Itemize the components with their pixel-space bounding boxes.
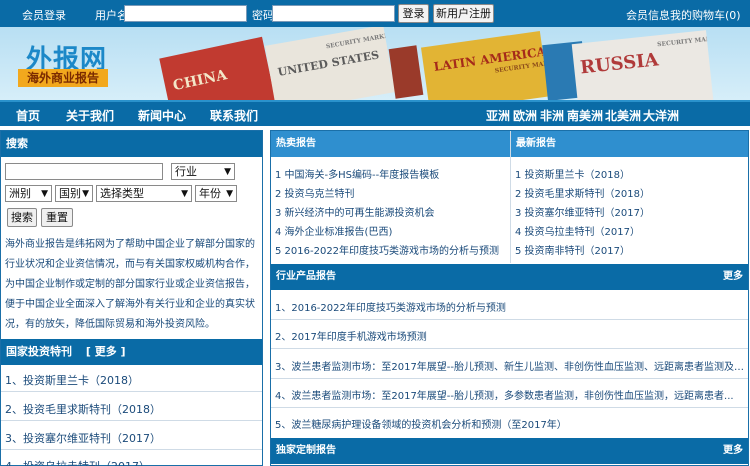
member-info-link[interactable]: 会员信息 [626,7,670,23]
industry-report-item[interactable]: 2、2017年印度手机游戏市场预测 [275,328,745,343]
list-item[interactable]: 2、投资毛里求斯特刊（2018） [5,401,161,417]
nav-contact[interactable]: 联系我们 [210,107,258,124]
country-select[interactable]: 国别 ▼ [55,185,93,202]
divider [1,391,262,392]
divider [1,420,262,421]
industry-reports-header: 行业产品报告 更多 [271,264,748,290]
industry-report-item[interactable]: 1、2016-2022年印度技巧类游戏市场的分析与预测 [275,299,745,314]
year-select-value: 年份 [199,187,221,200]
new-report-item[interactable]: 4 投资乌拉圭特刊（2017） [515,223,640,238]
chevron-down-icon: ▼ [224,167,231,177]
member-login-label: 会员登录 [22,9,66,22]
continent-select[interactable]: 洲别 ▼ [5,185,52,202]
industry-select[interactable]: 行业 ▼ [171,163,235,180]
book-title: RUSSIA [579,49,660,79]
new-report-item[interactable]: 2 投资毛里求斯特刊（2018） [515,185,650,200]
divider [271,319,748,320]
hot-report-item[interactable]: 3 新兴经济中的可再生能源投资机会 [275,204,435,219]
divider [510,131,511,263]
search-header: 搜索 [1,131,262,157]
list-item[interactable]: 4、投资乌拉圭特刊（2017） [5,458,150,466]
book-cover-united-states: UNITED STATES SECURITY MARKET REPORT [265,27,395,100]
year-select[interactable]: 年份 ▼ [195,185,237,202]
banner: 外报网 海外商业报告 CHINA UNITED STATES SECURITY … [0,27,750,100]
main-nav: 首页 关于我们 新闻中心 联系我们 亚洲 欧洲 非洲 南美洲 北美洲 大洋洲 [0,100,750,126]
hot-reports-header: 热卖报告 [271,131,510,157]
login-button[interactable]: 登录 [398,4,429,23]
type-select[interactable]: 选择类型 ▼ [96,185,192,202]
book-spine [388,45,424,99]
custom-reports-more-link[interactable]: 更多 [723,438,743,464]
custom-reports-header: 独家定制报告 更多 [271,438,748,464]
divider [1,449,262,450]
nav-news[interactable]: 新闻中心 [138,107,186,124]
hot-report-item[interactable]: 5 2016-2022年印度技巧类游戏市场的分析与预测 [275,242,499,257]
book-cover-china: CHINA [159,36,276,100]
type-select-value: 选择类型 [100,187,144,200]
country-select-value: 国别 [59,187,81,200]
password-input[interactable] [272,5,395,22]
book-cover-russia: RUSSIA SECURITY MARKET REPORT [571,30,714,100]
book-subtitle: SECURITY MARKET REPORT [325,27,395,51]
divider [271,378,748,379]
hot-report-item[interactable]: 1 中国海关-多HS编码--年度报告模板 [275,166,439,181]
industry-reports-more-link[interactable]: 更多 [723,264,743,290]
keyword-input[interactable] [5,163,163,180]
book-subtitle: SECURITY MARKET REPORT [656,31,714,49]
chevron-down-icon: ▼ [181,189,188,199]
book-cover-latin-america: LATIN AMERICA SECURITY MARKET REPORT [420,30,550,100]
nav-region-south-america[interactable]: 南美洲 [567,107,603,124]
industry-report-item[interactable]: 5、波兰糖尿病护理设备领域的投资机会分析和预测（至2017年） [275,416,745,431]
left-column: 搜索 行业 ▼ 洲别 ▼ 国别 ▼ 选择类型 ▼ 年份 ▼ 搜索 重置 海外商业报告是纬拓… [0,130,263,466]
site-intro-text: 海外商业报告是纬拓网为了帮助中国企业了解部分国家的行业状况和企业资信情况，而与有… [5,239,255,330]
nav-home[interactable]: 首页 [16,107,40,124]
industry-report-item[interactable]: 3、波兰患者监测市场：至2017年展望--胎儿预测、新生儿监测、非创伤性血压监测… [275,358,745,373]
new-reports-header: 最新报告 [511,131,748,157]
nav-region-africa[interactable]: 非洲 [540,107,564,124]
custom-reports-title: 独家定制报告 [276,445,336,456]
country-guides-header: 国家投资特刊 [ 更多 ] [1,339,262,365]
chevron-down-icon: ▼ [41,189,48,199]
divider [271,407,748,408]
register-button[interactable]: 新用户注册 [433,4,494,23]
book-title: UNITED STATES [276,48,381,80]
chevron-down-icon: ▼ [82,189,89,199]
new-report-item[interactable]: 5 投资南非特刊（2017） [515,242,630,257]
nav-region-north-america[interactable]: 北美洲 [605,107,641,124]
new-report-item[interactable]: 3 投资塞尔维亚特刊（2017） [515,204,650,219]
industry-report-item[interactable]: 4、波兰患者监测市场：至2017年展望--胎儿预测，多参数患者监测，非创伤性血压… [275,387,745,402]
divider [271,348,748,349]
industry-reports-title: 行业产品报告 [276,271,336,282]
new-report-item[interactable]: 1 投资斯里兰卡（2018） [515,166,630,181]
search-button[interactable]: 搜索 [7,208,37,227]
country-guides-more-link[interactable]: [ 更多 ] [86,345,126,358]
continent-select-value: 洲别 [9,187,31,200]
book-title: CHINA [171,67,229,95]
industry-select-value: 行业 [175,165,197,178]
hot-report-item[interactable]: 4 海外企业标准报告(巴西) [275,223,392,238]
nav-region-oceania[interactable]: 大洋洲 [643,107,679,124]
country-guides-title: 国家投资特刊 [6,345,72,358]
username-input[interactable] [124,5,247,22]
site-tagline: 海外商业报告 [18,69,108,87]
right-column: 热卖报告 最新报告 1 中国海关-多HS编码--年度报告模板 2 投资乌克兰特刊… [270,130,749,466]
cart-link[interactable]: 我的购物车(0) [670,7,741,23]
hot-report-item[interactable]: 2 投资乌克兰特刊 [275,185,355,200]
nav-about[interactable]: 关于我们 [66,107,114,124]
top-login-bar: 会员登录 用户名 密码 登录 新用户注册 会员信息 我的购物车(0) [0,0,750,27]
password-label: 密码 [252,9,274,22]
list-item[interactable]: 1、投资斯里兰卡（2018） [5,372,139,388]
chevron-down-icon: ▼ [226,189,233,199]
list-item[interactable]: 3、投资塞尔维亚特刊（2017） [5,430,161,446]
nav-region-europe[interactable]: 欧洲 [513,107,537,124]
nav-region-asia[interactable]: 亚洲 [486,107,510,124]
reset-button[interactable]: 重置 [41,208,73,227]
